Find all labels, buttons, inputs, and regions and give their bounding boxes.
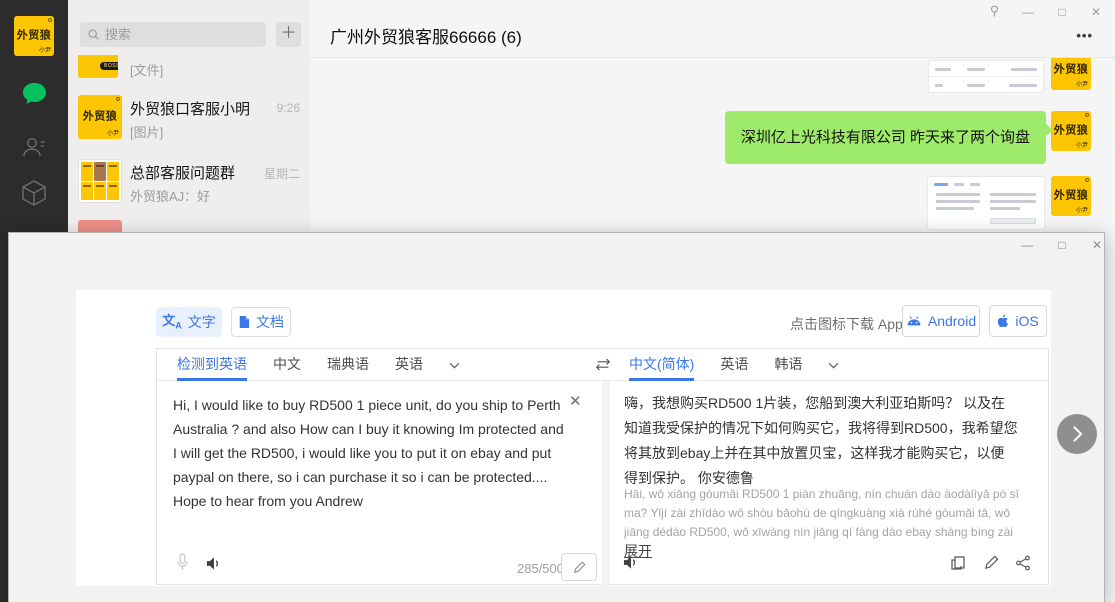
tab-source-language[interactable]: 英语 (395, 349, 423, 381)
minimize-button[interactable]: — (1018, 238, 1036, 252)
contacts-icon[interactable] (20, 133, 48, 161)
store-label: iOS (1015, 313, 1038, 329)
screen: 外贸狼 小尹 ＋ BOSS [文件] (0, 0, 1115, 602)
avatar-label: 外贸狼 (1054, 60, 1089, 76)
translate-icon: 文A (162, 314, 182, 331)
chat-time: 星期二 (264, 165, 300, 182)
message-avatar[interactable]: 外贸狼 小尹 (1051, 111, 1091, 151)
close-button[interactable]: ✕ (1087, 5, 1105, 19)
messages-area: 外贸狼 小尹 深圳亿上光科技有限公司 昨天来了两个询盘 外贸狼 小尹 (310, 58, 1115, 232)
translator-window: — □ ✕ 文A 文字 文档 点击图标下载 App Android iOS (8, 232, 1105, 602)
microphone-icon[interactable] (176, 553, 189, 572)
language-tabs-row: 检测到英语 中文 瑞典语 英语 中文(简体) 英语 韩语 (157, 349, 1048, 381)
translation-output: 嗨，我想购买RD500 1片装，您船到澳大利亚珀斯吗？ 以及在知道我受保护的情况… (624, 391, 1018, 491)
search-bar[interactable] (80, 22, 266, 47)
maximize-button[interactable]: □ (1053, 5, 1071, 19)
apple-icon (997, 314, 1009, 328)
maximize-button[interactable]: □ (1053, 238, 1071, 252)
chat-title: 外贸狼口客服小明 (130, 98, 250, 119)
avatar-sub-label: 小尹 (107, 128, 119, 137)
translation-card: 检测到英语 中文 瑞典语 英语 中文(简体) 英语 韩语 (156, 348, 1049, 585)
text-mode-button[interactable]: 文A 文字 (156, 307, 222, 337)
registered-mark-icon (1085, 113, 1089, 117)
registered-mark-icon (48, 18, 52, 22)
minimize-button[interactable]: — (1019, 5, 1037, 19)
add-chat-button[interactable]: ＋ (276, 22, 301, 47)
image-message-thumbnail[interactable] (927, 176, 1045, 230)
collections-icon[interactable] (20, 179, 48, 207)
search-input[interactable] (105, 27, 245, 42)
avatar-label: 外贸狼 (1054, 121, 1089, 137)
speaker-icon[interactable] (622, 555, 639, 570)
edit-source-button[interactable] (561, 553, 597, 581)
group-avatar (78, 159, 122, 203)
chevron-down-icon[interactable] (449, 362, 460, 369)
boss-badge: BOSS (100, 62, 118, 70)
chat-subtitle: [图片] (130, 122, 163, 141)
chats-icon[interactable] (20, 79, 48, 107)
target-language-tabs: 中文(简体) 英语 韩语 (629, 349, 839, 381)
registered-mark-icon (116, 97, 120, 101)
store-label: Android (928, 313, 976, 329)
search-icon (87, 28, 100, 41)
chevron-right-icon (1072, 425, 1083, 443)
chat-avatar: 外贸狼 小尹 (78, 95, 122, 139)
avatar-sub-label: 小尹 (1076, 140, 1088, 149)
document-icon (238, 315, 250, 329)
android-download-button[interactable]: Android (902, 305, 980, 337)
tab-source-language[interactable]: 中文 (273, 349, 301, 381)
source-text-input[interactable]: Hi, I would like to buy RD500 1 piece un… (173, 393, 565, 513)
registered-mark-icon (1085, 178, 1089, 182)
avatar-label: 外贸狼 (1054, 186, 1089, 202)
android-icon (906, 315, 922, 327)
user-avatar[interactable]: 外贸狼 小尹 (14, 16, 54, 56)
document-mode-button[interactable]: 文档 (231, 307, 291, 337)
tab-target-language[interactable]: 韩语 (774, 349, 802, 381)
chat-subtitle: [文件] (130, 60, 163, 79)
chat-time: 9:26 (277, 101, 300, 115)
next-page-button[interactable] (1057, 414, 1097, 454)
source-language-tabs: 检测到英语 中文 瑞典语 英语 (177, 349, 460, 381)
tab-target-language[interactable]: 中文(简体) (629, 349, 694, 381)
close-button[interactable]: ✕ (1088, 238, 1106, 252)
share-icon[interactable] (1015, 555, 1031, 571)
avatar-sub-label: 小尹 (1076, 205, 1088, 214)
tab-detected-language[interactable]: 检测到英语 (177, 349, 247, 381)
tab-source-language[interactable]: 瑞典语 (327, 349, 369, 381)
message-avatar[interactable]: 外贸狼 小尹 (1051, 176, 1091, 216)
chat-subtitle: 外贸狼AJ：好 (130, 186, 210, 205)
message-avatar[interactable]: 外贸狼 小尹 (1051, 58, 1091, 90)
swap-languages-icon[interactable] (594, 358, 612, 371)
chat-more-button[interactable]: ••• (1076, 28, 1093, 43)
avatar-sub-label: 小尹 (1076, 79, 1088, 88)
copy-icon[interactable] (950, 555, 966, 571)
clear-input-icon[interactable]: ✕ (569, 392, 582, 410)
chat-avatar[interactable] (78, 220, 122, 232)
chevron-down-icon[interactable] (828, 362, 839, 369)
panel-divider (602, 381, 610, 586)
ios-download-button[interactable]: iOS (989, 305, 1047, 337)
message-bubble[interactable]: 深圳亿上光科技有限公司 昨天来了两个询盘 (725, 111, 1046, 164)
chat-items: BOSS [文件] 外贸狼 小尹 外贸狼口客服小明 9:26 [图片] (68, 55, 310, 232)
mode-label: 文档 (256, 312, 284, 332)
mode-label: 文字 (188, 312, 216, 332)
avatar-label: 外贸狼 (17, 26, 52, 42)
edit-icon[interactable] (984, 555, 999, 570)
speaker-icon[interactable] (205, 556, 222, 571)
pin-icon[interactable] (985, 4, 1003, 18)
image-message-thumbnail[interactable] (928, 60, 1044, 93)
chat-header-title: 广州外贸狼客服66666 (6) (330, 23, 522, 48)
chat-title: 总部客服问题群 (130, 162, 235, 183)
tab-target-language[interactable]: 英语 (720, 349, 748, 381)
avatar-sub-label: 小尹 (39, 45, 51, 54)
pinyin-text: Hāi, wǒ xiǎng gòumǎi RD500 1 piàn zhuāng… (624, 485, 1022, 542)
chat-avatar: BOSS (78, 55, 118, 78)
download-hint: 点击图标下载 App (790, 314, 903, 334)
avatar-label: 外贸狼 (83, 107, 118, 123)
